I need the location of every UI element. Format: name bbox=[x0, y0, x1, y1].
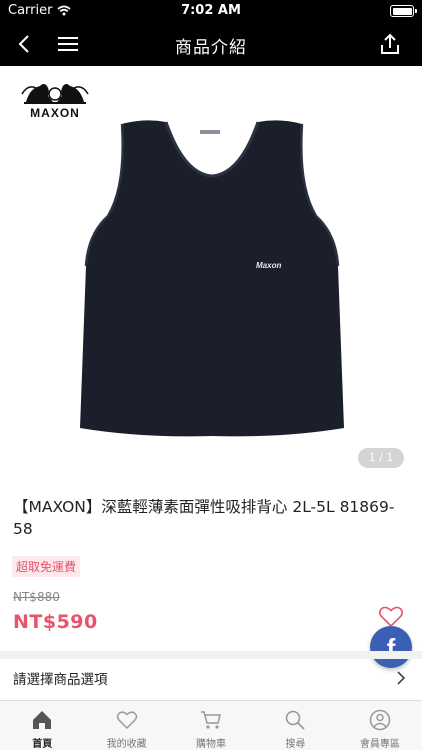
share-button[interactable] bbox=[374, 28, 406, 60]
page-title: 商品介紹 bbox=[175, 38, 247, 58]
image-pager-indicator: 1 / 1 bbox=[358, 448, 404, 468]
cart-icon bbox=[201, 711, 221, 729]
heart-icon bbox=[116, 711, 137, 730]
product-options-row[interactable]: 請選擇商品選項 bbox=[0, 659, 422, 697]
tab-member[interactable]: 會員專區 bbox=[338, 701, 422, 750]
original-price: NT$880 bbox=[13, 590, 60, 604]
product-title: 【MAXON】深藍輕薄素面彈性吸排背心 2L-5L 81869-58 bbox=[13, 498, 395, 538]
battery-icon bbox=[390, 5, 417, 17]
home-icon bbox=[33, 711, 52, 729]
bottom-tab-bar: 首頁 我的收藏 購物車 搜尋 會員專區 bbox=[0, 700, 422, 750]
clock: 7:02 AM bbox=[181, 3, 241, 18]
tank-top-image: Maxon bbox=[80, 120, 344, 437]
tab-search[interactable]: 搜尋 bbox=[253, 701, 337, 750]
tab-label: 搜尋 bbox=[285, 739, 306, 750]
user-icon bbox=[369, 709, 391, 731]
share-icon bbox=[381, 33, 399, 54]
tab-label: 首頁 bbox=[32, 739, 53, 750]
tab-cart[interactable]: 購物車 bbox=[169, 701, 253, 750]
section-divider bbox=[0, 651, 422, 659]
search-icon bbox=[286, 710, 306, 730]
tab-label: 我的收藏 bbox=[106, 739, 147, 750]
brand-logo: MAXON bbox=[20, 80, 90, 120]
tab-favorites[interactable]: 我的收藏 bbox=[84, 701, 168, 750]
chest-logo: Maxon bbox=[256, 261, 281, 270]
tab-label: 購物車 bbox=[196, 739, 227, 750]
status-bar: Carrier 7:02 AM bbox=[0, 0, 422, 22]
free-shipping-badge: 超取免運費 bbox=[12, 556, 81, 577]
sale-price: NT$590 bbox=[13, 611, 98, 633]
griffin-emblem-icon bbox=[21, 84, 89, 104]
tab-home[interactable]: 首頁 bbox=[0, 701, 84, 750]
tab-label: 會員專區 bbox=[359, 739, 400, 750]
nav-bar: 商品介紹 bbox=[0, 22, 422, 66]
product-image-carousel[interactable]: MAXON Maxon 1 / 1 bbox=[0, 66, 422, 476]
product-options-label: 請選擇商品選項 bbox=[13, 672, 108, 688]
chevron-right-icon bbox=[397, 671, 406, 685]
